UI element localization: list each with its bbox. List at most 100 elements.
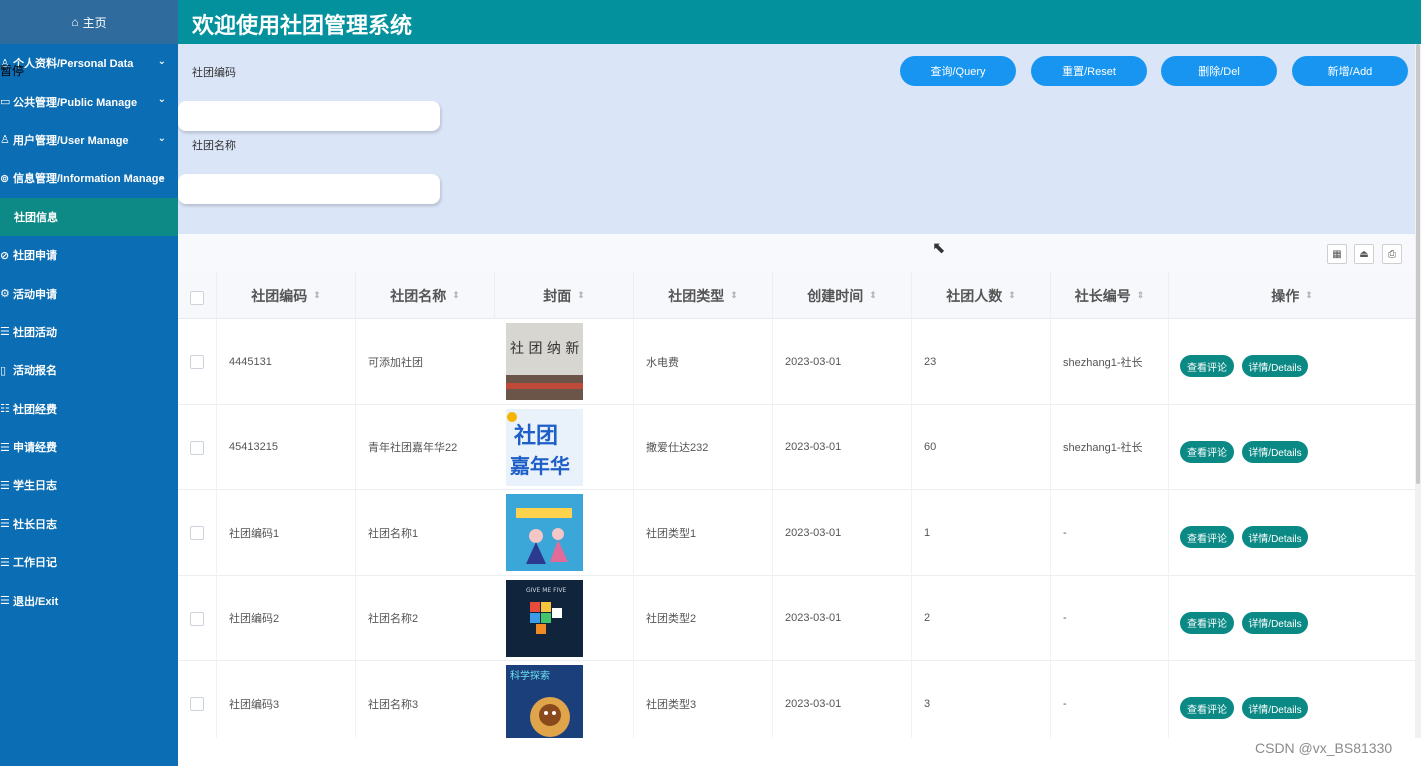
row-checkbox[interactable]: [190, 355, 204, 369]
cell-value: 社团名称3: [368, 698, 419, 711]
sidebar-item[interactable]: ☰ 申请经费: [0, 428, 178, 466]
details-button[interactable]: 详情/Details: [1242, 440, 1308, 463]
cell-value: 2023-03-01: [785, 355, 842, 368]
sidebar-item[interactable]: ⊘ 社团申请: [0, 236, 178, 274]
svg-text:GIVE ME FIVE: GIVE ME FIVE: [526, 587, 566, 594]
sidebar-item[interactable]: 社团信息: [0, 197, 178, 236]
top-header: 欢迎使用社团管理系统: [178, 0, 1421, 44]
table-row[interactable]: 45413215 青年社团嘉年华22 社团 嘉年华 撒爱仕达232 2023-03-01 6…: [178, 404, 1415, 490]
row-checkbox[interactable]: [190, 440, 204, 455]
watermark: CSDN @vx_BS81330: [1255, 740, 1393, 756]
form-icon: ☰: [0, 518, 10, 531]
table-cell-name: 社团名称2: [355, 575, 494, 661]
select-all-checkbox[interactable]: [190, 291, 204, 305]
cover-image[interactable]: 社 团 纳 新: [506, 323, 583, 400]
cell-value: 社团编码1: [229, 527, 280, 540]
cell-value: 青年社团嘉年华22: [368, 442, 458, 455]
view-comments-button[interactable]: 查看评论: [1180, 697, 1234, 719]
cell-value: 60: [924, 441, 937, 454]
sort-icon[interactable]: ⇕: [730, 290, 738, 301]
sort-icon[interactable]: ⇕: [869, 290, 877, 301]
scrollbar[interactable]: [1415, 44, 1421, 738]
cell-value: 23: [924, 355, 937, 368]
sidebar-item[interactable]: ☰ 退出/Exit: [0, 581, 178, 619]
table-row[interactable]: 社团编码3 社团名称3 科学探索 社团类型3 2023-03-01 3 - 查看评论 详情/De…: [178, 661, 1415, 738]
cover-image[interactable]: 科学探索: [506, 665, 583, 738]
club-code-input[interactable]: [178, 101, 440, 131]
table-cell-code: 4445131: [216, 319, 355, 405]
mouse-cursor-icon: ⬉: [932, 240, 946, 257]
details-button[interactable]: 详情/Details: [1242, 526, 1308, 548]
table-cell-code: 社团编码3: [216, 661, 355, 738]
table-cell-created: 2023-03-01: [772, 404, 911, 490]
sidebar-item[interactable]: ☰ 学生日志: [0, 466, 178, 504]
sidebar-item[interactable]: ☷ 社团经费: [0, 390, 178, 428]
cell-value: -: [1063, 697, 1067, 710]
sort-icon[interactable]: ⇕: [1305, 290, 1313, 301]
print-icon[interactable]: ⎙: [1382, 244, 1402, 264]
book-icon: ▯: [0, 364, 7, 377]
column-header[interactable]: 封面 ⇕: [494, 272, 633, 319]
sort-icon[interactable]: ⇕: [313, 290, 321, 301]
column-header-label: 操作: [1271, 287, 1300, 304]
sidebar-item[interactable]: ▭ 公共管理/Public Manage ⌄: [0, 82, 178, 120]
sidebar-item[interactable]: ♙ 个人资料/Personal Data ⌄: [0, 44, 178, 82]
sidebar-item-label: 学生日志: [13, 480, 57, 493]
columns-icon[interactable]: ▦: [1327, 244, 1347, 264]
home-icon: ⌂: [71, 15, 79, 29]
sidebar-home[interactable]: ⌂ 主页: [0, 0, 178, 44]
cover-image[interactable]: [506, 494, 583, 571]
cover-image[interactable]: GIVE ME FIVE: [506, 579, 583, 657]
cell-value: -: [1063, 612, 1067, 625]
table-cell-type: 社团类型1: [633, 490, 772, 576]
table-row[interactable]: 社团编码2 社团名称2 GIVE ME FIVE 社团类型2 2023-03-01 2 - 查…: [178, 575, 1415, 661]
table-cell-type: 社团类型3: [633, 661, 772, 738]
sidebar-item-label: 活动申请: [13, 288, 57, 301]
form-icon: ☰: [0, 479, 10, 492]
column-header[interactable]: 创建时间 ⇕: [772, 272, 911, 319]
sort-icon[interactable]: ⇕: [1137, 290, 1145, 301]
row-checkbox[interactable]: [190, 697, 204, 711]
column-header[interactable]: 社长编号 ⇕: [1050, 272, 1168, 319]
sidebar-item[interactable]: ☰ 工作日记: [0, 543, 178, 581]
row-checkbox[interactable]: [190, 611, 204, 626]
details-button[interactable]: 详情/Details: [1242, 355, 1308, 377]
table-row[interactable]: 4445131 可添加社团 社 团 纳 新水电费 2023-03-01 23 shezha…: [178, 319, 1415, 405]
sidebar-item-label: 社长日志: [13, 518, 57, 531]
table-cell-name: 社团名称1: [355, 490, 494, 576]
sort-icon[interactable]: ⇕: [577, 290, 585, 301]
details-button[interactable]: 详情/Details: [1242, 697, 1308, 719]
table-row[interactable]: 社团编码1 社团名称1 社团类型1 2023-03-01 1 - 查看评论 详情/Detail…: [178, 490, 1415, 576]
sort-icon[interactable]: ⇕: [452, 290, 460, 301]
column-header[interactable]: 社团类型 ⇕: [633, 272, 772, 319]
view-comments-button[interactable]: 查看评论: [1180, 526, 1234, 548]
sidebar-item[interactable]: ⚙ 活动申请: [0, 274, 178, 312]
club-name-input[interactable]: [178, 174, 440, 204]
export-icon[interactable]: ⏏: [1354, 244, 1374, 264]
row-checkbox[interactable]: [190, 526, 204, 540]
sort-icon[interactable]: ⇕: [1008, 290, 1016, 301]
settings-icon: ⊚: [0, 172, 10, 185]
column-header[interactable]: 社团人数 ⇕: [911, 272, 1050, 319]
reset-button[interactable]: 重置/Reset: [1031, 56, 1147, 86]
sidebar-item[interactable]: ♙ 用户管理/User Manage ⌄: [0, 121, 178, 159]
sidebar-item[interactable]: ⊚ 信息管理/Information Manage ⌄: [0, 159, 178, 197]
sidebar-item[interactable]: ☰ 社长日志: [0, 505, 178, 543]
column-header[interactable]: 社团名称 ⇕: [355, 272, 494, 319]
delete-button[interactable]: 删除/Del: [1161, 56, 1277, 86]
query-button[interactable]: 查询/Query: [900, 56, 1016, 86]
view-comments-button[interactable]: 查看评论: [1180, 611, 1234, 634]
column-header[interactable]: 操作 ⇕: [1168, 272, 1415, 319]
details-button[interactable]: 详情/Details: [1242, 611, 1308, 634]
cell-value: 45413215: [229, 441, 278, 454]
column-header[interactable]: 社团编码 ⇕: [216, 272, 355, 319]
sidebar-item[interactable]: ▯ 活动报名: [0, 351, 178, 389]
view-comments-button[interactable]: 查看评论: [1180, 355, 1234, 377]
cover-image[interactable]: 社团 嘉年华: [506, 408, 583, 486]
sidebar-item[interactable]: ☰ 社团活动: [0, 313, 178, 351]
view-comments-button[interactable]: 查看评论: [1180, 440, 1234, 463]
form-icon: ☰: [0, 556, 10, 569]
scrollbar-thumb[interactable]: [1416, 44, 1420, 484]
column-header-label: 社团名称: [390, 287, 447, 304]
add-button[interactable]: 新增/Add: [1292, 56, 1408, 86]
